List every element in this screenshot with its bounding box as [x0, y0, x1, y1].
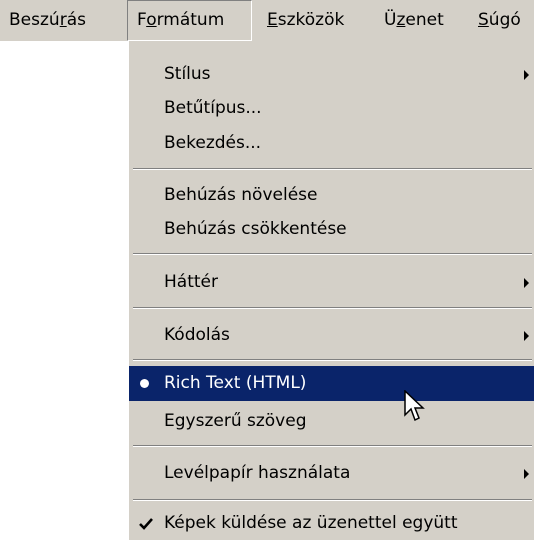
menu-bar: Beszúrás Formátum Eszközök Üzenet Súgó: [0, 0, 534, 41]
menu-item-label: Levélpapír használata: [164, 463, 351, 483]
menu-item-label: Háttér: [164, 272, 218, 292]
menu-beszuras-label-a: Beszú: [9, 10, 60, 30]
menu-sugo-label-b: úgó: [488, 10, 521, 30]
menu-item-stilus[interactable]: Stílus: [129, 57, 534, 92]
submenu-arrow-icon: [524, 70, 529, 80]
menu-item-label: Rich Text (HTML): [164, 373, 307, 393]
menu-beszuras-accel: r: [59, 10, 67, 30]
menu-item-label: Képek küldése az üzenettel együtt: [164, 513, 458, 533]
menu-separator: [133, 253, 532, 255]
menu-uzenet-label-b: enet: [405, 10, 444, 30]
menu-item-kodolas[interactable]: Kódolás: [129, 318, 534, 353]
format-dropdown-menu: Stílus Betűtípus... Bekezdés... Behúzás …: [127, 41, 534, 540]
menu-item-label: Stílus: [164, 64, 211, 84]
menu-item-label: Behúzás csökkentése: [164, 219, 347, 239]
menu-uzenet[interactable]: Üzenet: [375, 0, 465, 41]
menu-formatum-label-b: rmátum: [156, 10, 225, 30]
menu-sugo-accel: S: [478, 10, 489, 30]
submenu-arrow-icon: [524, 469, 529, 479]
menu-item-label: Behúzás növelése: [164, 185, 318, 205]
menu-separator: [133, 499, 532, 501]
menu-item-levelpapir[interactable]: Levélpapír használata: [129, 456, 534, 491]
menu-eszkozok-label-b: szközök: [277, 10, 345, 30]
menu-item-betutipus[interactable]: Betűtípus...: [129, 91, 534, 126]
menu-uzenet-label-a: Ü: [384, 10, 397, 30]
menu-formatum[interactable]: Formátum: [127, 0, 252, 41]
menu-item-hatter[interactable]: Háttér: [129, 265, 534, 300]
menu-eszkozok-accel: E: [267, 10, 278, 30]
menu-item-label: Betűtípus...: [164, 98, 262, 118]
menu-separator: [133, 307, 532, 309]
mouse-pointer-icon: [404, 390, 425, 422]
menu-item-label: Egyszerű szöveg: [164, 411, 307, 431]
submenu-arrow-icon: [524, 278, 529, 288]
menu-item-behuzas-csokkentese[interactable]: Behúzás csökkentése: [129, 212, 534, 247]
menu-separator: [133, 445, 532, 447]
menu-formatum-label-a: F: [137, 10, 147, 30]
menu-item-label: Bekezdés...: [164, 133, 262, 153]
submenu-arrow-icon: [524, 331, 529, 341]
menu-item-bekezdes[interactable]: Bekezdés...: [129, 126, 534, 161]
menu-eszkozok[interactable]: Eszközök: [258, 0, 373, 41]
menu-beszuras-label-b: ás: [66, 10, 86, 30]
menu-item-kepek-kuldese[interactable]: Képek küldése az üzenettel együtt: [129, 506, 534, 541]
menu-sugo[interactable]: Súgó: [469, 0, 534, 41]
menu-separator: [133, 359, 532, 361]
menu-beszuras[interactable]: Beszúrás: [0, 0, 127, 41]
menu-formatum-accel: o: [146, 10, 157, 30]
radio-bullet-icon: [140, 379, 149, 388]
menu-separator: [133, 168, 532, 170]
menu-item-egyszeru-szoveg[interactable]: Egyszerű szöveg: [129, 404, 534, 439]
checkmark-icon: [139, 518, 153, 530]
menu-item-behuzas-novelese[interactable]: Behúzás növelése: [129, 178, 534, 213]
menu-item-rich-text-html[interactable]: Rich Text (HTML): [129, 366, 534, 401]
menu-item-label: Kódolás: [164, 325, 230, 345]
